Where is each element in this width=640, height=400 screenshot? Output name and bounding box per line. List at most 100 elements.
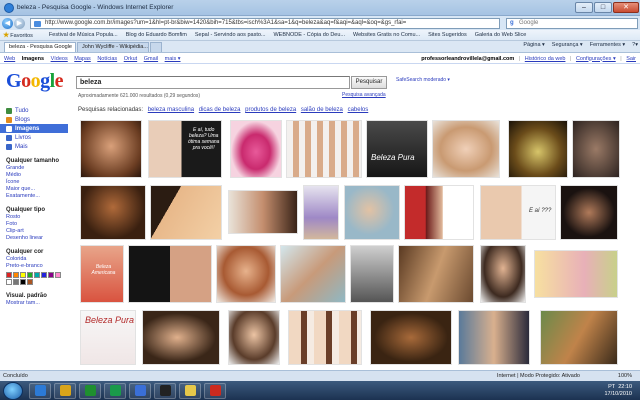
image-result[interactable]: [230, 120, 282, 178]
page-menu[interactable]: Página ▾: [523, 42, 544, 52]
gbar-gmail[interactable]: Gmail: [144, 56, 158, 62]
image-result[interactable]: [534, 250, 618, 298]
favorite-link[interactable]: Galeria do Web Slice: [475, 32, 527, 38]
tools-menu[interactable]: Ferramentes ▾: [590, 42, 625, 52]
image-result[interactable]: [228, 190, 298, 234]
sidebar-item-books[interactable]: Livros: [0, 133, 68, 142]
image-result[interactable]: [280, 245, 346, 303]
taskbar-ie-icon[interactable]: [29, 382, 51, 399]
image-result[interactable]: [286, 120, 362, 178]
gbar-videos[interactable]: Vídeos: [51, 56, 68, 62]
color-swatch[interactable]: [20, 279, 26, 285]
related-link[interactable]: dicas de beleza: [199, 107, 241, 113]
gbar-orkut[interactable]: Orkut: [124, 56, 137, 62]
image-result[interactable]: [370, 310, 452, 365]
related-link[interactable]: beleza masculina: [148, 107, 194, 113]
favorite-link[interactable]: WEBNODE - Cópia do Deu...: [273, 32, 345, 38]
color-filter-link[interactable]: Preto-e-branco: [0, 263, 68, 270]
color-filter-link[interactable]: Colorida: [0, 256, 68, 263]
image-result[interactable]: [398, 245, 474, 303]
color-swatch[interactable]: [27, 279, 33, 285]
maximize-button[interactable]: □: [594, 2, 612, 13]
size-filter-link[interactable]: Grande: [0, 165, 68, 172]
new-tab-button[interactable]: [150, 42, 162, 52]
address-input[interactable]: http://www.google.com.br/images?um=1&hl=…: [30, 17, 500, 29]
close-button[interactable]: ✕: [613, 2, 639, 13]
image-result[interactable]: [288, 310, 362, 365]
favorites-button[interactable]: ★Favoritos: [3, 31, 41, 39]
back-button[interactable]: ◀: [2, 17, 13, 29]
size-filter-link[interactable]: Maior que...: [0, 186, 68, 193]
related-link[interactable]: cabelos: [348, 107, 369, 113]
sidebar-item-all[interactable]: Tudo: [0, 106, 68, 115]
tab-google[interactable]: beleza - Pesquisa Google: [4, 42, 76, 52]
taskbar-explorer-icon[interactable]: [54, 382, 76, 399]
web-history-link[interactable]: Histórico da web: [525, 56, 566, 62]
image-result[interactable]: [228, 310, 280, 365]
tab-wikipedia[interactable]: John Wycliffe - Wikipédia...: [77, 42, 149, 52]
favorite-link[interactable]: Blog do Eduardo Bomfim: [126, 32, 187, 38]
zoom-level[interactable]: 100%: [618, 373, 632, 379]
related-link[interactable]: salão de beleza: [301, 107, 343, 113]
color-swatch[interactable]: [27, 272, 33, 278]
color-swatch[interactable]: [48, 272, 54, 278]
taskbar-excel-icon[interactable]: [104, 382, 126, 399]
favorite-link[interactable]: Sites Sugeridos: [428, 32, 467, 38]
type-filter-link[interactable]: Rosto: [0, 214, 68, 221]
help-menu[interactable]: ?▾: [632, 42, 638, 52]
sidebar-item-images[interactable]: Imagens: [0, 124, 68, 133]
image-result[interactable]: Beleza Americana: [80, 245, 124, 303]
image-result[interactable]: Beleza Pura: [366, 120, 428, 178]
settings-link[interactable]: Configurações ▾: [576, 56, 616, 62]
color-swatch[interactable]: [13, 272, 19, 278]
size-filter-link[interactable]: Exatamente...: [0, 193, 68, 200]
toolbar-search-input[interactable]: Google: [506, 17, 638, 29]
google-logo[interactable]: Google: [6, 70, 64, 93]
type-filter-link[interactable]: Clip-art: [0, 228, 68, 235]
image-result[interactable]: [540, 310, 618, 365]
search-button[interactable]: Pesquisar: [351, 76, 387, 89]
related-link[interactable]: produtos de beleza: [245, 107, 296, 113]
image-result[interactable]: [560, 185, 618, 240]
image-result[interactable]: E aí, tudo beleza? Uma ótima semana pra …: [148, 120, 222, 178]
system-tray[interactable]: PT 22:10 17/10/2010: [604, 384, 640, 398]
image-result[interactable]: [142, 310, 220, 365]
image-result[interactable]: [480, 245, 526, 303]
favorite-link[interactable]: Festival de Música Popula...: [49, 32, 118, 38]
gbar-news[interactable]: Notícias: [97, 56, 117, 62]
show-sizes-link[interactable]: Mostrar tam...: [0, 300, 68, 307]
image-result[interactable]: [404, 185, 474, 240]
type-filter-link[interactable]: Foto: [0, 221, 68, 228]
gbar-maps[interactable]: Mapas: [74, 56, 91, 62]
sidebar-item-more[interactable]: Mais: [0, 142, 68, 151]
image-result[interactable]: [80, 185, 146, 240]
sign-out-link[interactable]: Sair: [626, 56, 636, 62]
color-swatch[interactable]: [6, 272, 12, 278]
safesearch-dropdown[interactable]: SafeSearch moderado ▾: [396, 77, 450, 83]
image-result[interactable]: [350, 245, 394, 303]
gbar-more[interactable]: mais ▾: [165, 56, 181, 62]
gbar-web[interactable]: Web: [4, 56, 15, 62]
sidebar-item-blogs[interactable]: Blogs: [0, 115, 68, 124]
taskbar-app-icon[interactable]: [204, 382, 226, 399]
advanced-search-link[interactable]: Pesquisa avançada: [342, 92, 386, 98]
taskbar-app-icon[interactable]: [179, 382, 201, 399]
taskbar-media-icon[interactable]: [79, 382, 101, 399]
color-swatch[interactable]: [55, 272, 61, 278]
favorite-link[interactable]: Websites Gratis no Comu...: [353, 32, 420, 38]
color-swatch[interactable]: [34, 272, 40, 278]
image-result[interactable]: Beleza Pura: [80, 310, 136, 365]
image-result[interactable]: [128, 245, 212, 303]
size-filter-link[interactable]: Médio: [0, 172, 68, 179]
taskbar-terminal-icon[interactable]: [154, 382, 176, 399]
safety-menu[interactable]: Segurança ▾: [552, 42, 583, 52]
image-result[interactable]: [572, 120, 620, 178]
type-filter-link[interactable]: Desenho linear: [0, 235, 68, 242]
image-result[interactable]: [508, 120, 568, 178]
color-swatch[interactable]: [20, 272, 26, 278]
minimize-button[interactable]: –: [575, 2, 593, 13]
size-filter-link[interactable]: Ícone: [0, 179, 68, 186]
search-input[interactable]: beleza: [76, 76, 350, 89]
image-result[interactable]: [458, 310, 530, 365]
color-swatch[interactable]: [6, 279, 12, 285]
